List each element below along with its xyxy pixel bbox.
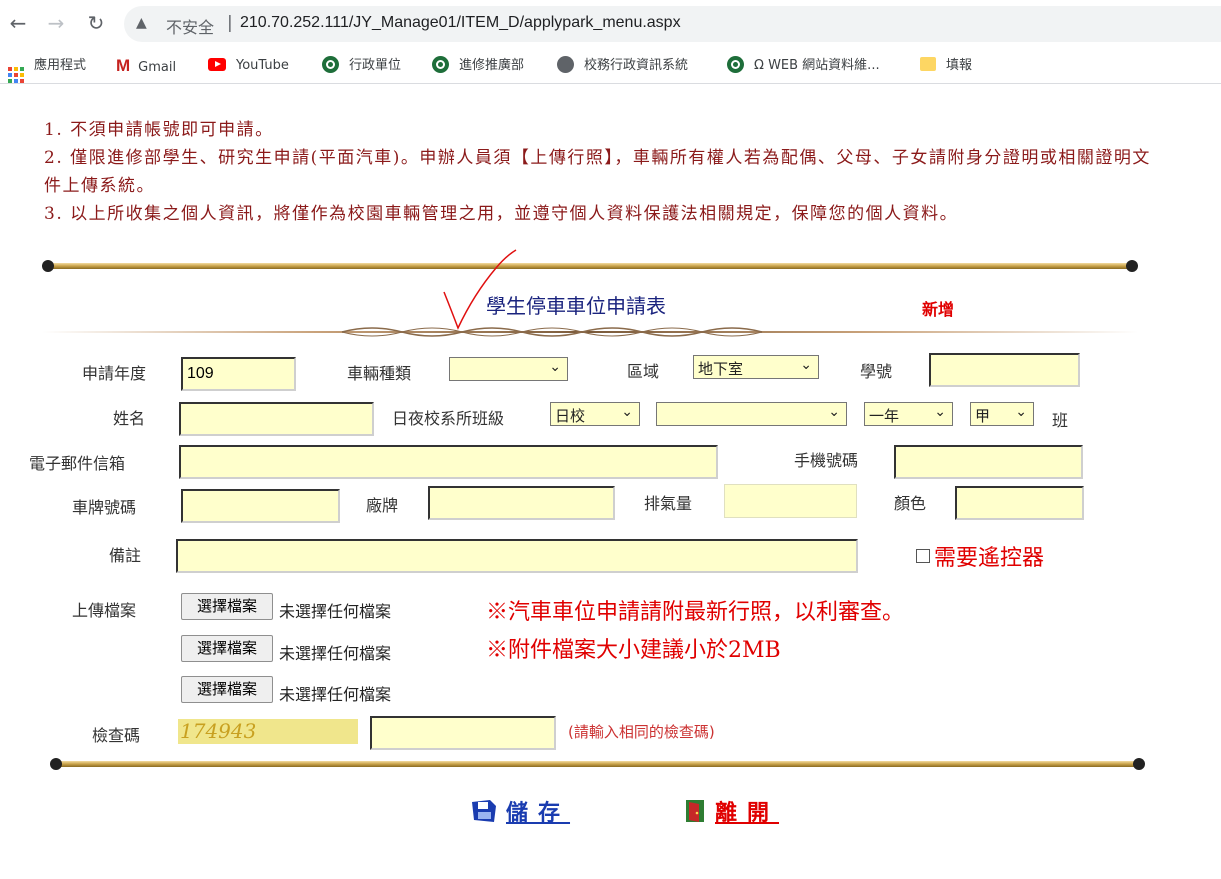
note-2: 2. 僅限進修部學生、研究生申請(平面汽車)。申辦人員須【上傳行照】，車輛所有權… bbox=[44, 148, 1151, 196]
floppy-disk-icon bbox=[472, 800, 496, 822]
chevron-down-icon: ⌄ bbox=[800, 357, 812, 373]
bookmark-admin-units[interactable]: 行政單位 bbox=[322, 56, 401, 76]
forward-arrow-icon[interactable]: → bbox=[44, 11, 68, 35]
chevron-down-icon: ⌄ bbox=[549, 359, 561, 375]
class-section-select[interactable]: 甲 ⌄ bbox=[970, 402, 1034, 426]
email-input[interactable] bbox=[179, 445, 718, 479]
student-id-input[interactable] bbox=[929, 353, 1080, 387]
department-select[interactable]: ⌄ bbox=[656, 402, 847, 426]
bookmark-school-admin[interactable]: 校務行政資訊系統 bbox=[557, 56, 688, 76]
reload-icon[interactable]: ↻ bbox=[84, 11, 108, 35]
title-ornament bbox=[42, 327, 1138, 337]
youtube-icon bbox=[208, 58, 226, 71]
save-label: 儲存 bbox=[506, 800, 571, 826]
choose-file-button-3[interactable]: 選擇檔案 bbox=[181, 676, 273, 703]
vehicle-type-select[interactable]: ⌄ bbox=[449, 357, 568, 381]
bookmarks-bar: 應用程式 M Gmail YouTube 行政單位 進修推廣部 校務行政資訊系統 … bbox=[0, 48, 1221, 84]
brand-input[interactable] bbox=[428, 486, 615, 520]
url-text[interactable]: 210.70.252.111/JY_Manage01/ITEM_D/applyp… bbox=[240, 14, 681, 32]
application-notes: 1. 不須申請帳號即可申請。 2. 僅限進修部學生、研究生申請(平面汽車)。申辦… bbox=[44, 116, 1154, 228]
plate-input[interactable] bbox=[181, 489, 340, 523]
leave-button[interactable]: 離開 bbox=[683, 795, 779, 827]
label-class-info: 日夜校系所班級 bbox=[392, 409, 505, 428]
choose-file-button-1[interactable]: 選擇檔案 bbox=[181, 593, 273, 620]
label-vehicle-type: 車輛種類 bbox=[347, 364, 412, 383]
bookmark-gmail[interactable]: M Gmail bbox=[116, 56, 176, 76]
address-bar[interactable]: ▲ 不安全 | 210.70.252.111/JY_Manage01/ITEM_… bbox=[124, 6, 1221, 42]
label-color: 顏色 bbox=[894, 494, 927, 513]
scroll-knob-left bbox=[50, 758, 62, 770]
chevron-down-icon: ⌄ bbox=[1015, 404, 1027, 420]
label-student-id: 學號 bbox=[860, 362, 893, 381]
area-select[interactable]: 地下室 ⌄ bbox=[693, 355, 819, 379]
scroll-divider-top bbox=[48, 263, 1132, 269]
leave-label: 離開 bbox=[715, 800, 780, 826]
save-button[interactable]: 儲存 bbox=[470, 795, 570, 827]
captcha-input[interactable] bbox=[370, 716, 556, 750]
bookmark-report-folder[interactable]: 填報 bbox=[920, 56, 972, 76]
exit-door-icon bbox=[686, 800, 704, 822]
label-email: 電子郵件信箱 bbox=[29, 454, 126, 473]
upload-note-size: ※附件檔案大小建議小於2MB bbox=[486, 638, 781, 663]
captcha-code: 174943 bbox=[178, 719, 358, 744]
browser-toolbar: ← → ↻ ▲ 不安全 | 210.70.252.111/JY_Manage01… bbox=[0, 0, 1221, 48]
bookmark-web-maintenance[interactable]: Ω WEB 網站資料維... bbox=[727, 56, 880, 76]
label-name: 姓名 bbox=[113, 409, 146, 428]
note-1: 1. 不須申請帳號即可申請。 bbox=[44, 120, 274, 140]
remarks-input[interactable] bbox=[176, 539, 858, 573]
school-type-select[interactable]: 日校 ⌄ bbox=[550, 402, 640, 426]
bookmark-apps[interactable]: 應用程式 bbox=[8, 56, 86, 83]
remote-label: 需要遙控器 bbox=[934, 546, 1045, 571]
bookmark-extension-dept[interactable]: 進修推廣部 bbox=[432, 56, 524, 76]
file-status-1: 未選擇任何檔案 bbox=[279, 602, 392, 621]
remote-control-option[interactable]: 需要遙控器 bbox=[916, 540, 1044, 572]
form-title: 學生停車車位申請表 bbox=[486, 294, 666, 318]
mobile-input[interactable] bbox=[894, 445, 1083, 479]
label-brand: 廠牌 bbox=[366, 496, 399, 515]
label-displacement: 排氣量 bbox=[644, 494, 693, 513]
color-input[interactable] bbox=[955, 486, 1084, 520]
scroll-knob-right bbox=[1126, 260, 1138, 272]
scroll-divider-bottom bbox=[56, 761, 1138, 767]
name-input[interactable] bbox=[179, 402, 374, 436]
label-remarks: 備註 bbox=[109, 546, 142, 565]
label-mobile: 手機號碼 bbox=[794, 451, 859, 470]
upload-note-license: ※汽車車位申請請附最新行照，以利審查。 bbox=[486, 600, 905, 625]
address-separator: | bbox=[227, 13, 233, 33]
year-input[interactable]: 109 bbox=[181, 357, 296, 391]
file-status-3: 未選擇任何檔案 bbox=[279, 685, 392, 704]
scroll-knob-right bbox=[1133, 758, 1145, 770]
site-icon bbox=[727, 56, 744, 73]
chevron-down-icon: ⌄ bbox=[828, 404, 840, 420]
chevron-down-icon: ⌄ bbox=[621, 404, 633, 420]
folder-icon bbox=[920, 57, 936, 71]
label-captcha: 檢查碼 bbox=[92, 726, 141, 745]
label-year: 申請年度 bbox=[82, 364, 147, 383]
label-upload: 上傳檔案 bbox=[72, 601, 137, 620]
apps-grid-icon bbox=[8, 67, 24, 83]
site-icon bbox=[322, 56, 339, 73]
scroll-knob-left bbox=[42, 260, 54, 272]
chevron-down-icon: ⌄ bbox=[934, 404, 946, 420]
label-area: 區域 bbox=[627, 362, 660, 381]
label-class-suffix: 班 bbox=[1052, 411, 1069, 430]
mode-label: 新增 bbox=[922, 300, 955, 319]
note-3: 3. 以上所收集之個人資訊，將僅作為校園車輛管理之用，並遵守個人資料保護法相關規… bbox=[44, 204, 959, 224]
grade-select[interactable]: 一年 ⌄ bbox=[864, 402, 953, 426]
remote-checkbox[interactable] bbox=[916, 549, 930, 563]
displacement-input[interactable] bbox=[724, 484, 857, 518]
security-label: 不安全 bbox=[166, 18, 215, 37]
globe-icon bbox=[557, 56, 574, 73]
label-plate: 車牌號碼 bbox=[72, 498, 137, 517]
site-icon bbox=[432, 56, 449, 73]
warning-triangle-icon: ▲ bbox=[136, 15, 147, 31]
choose-file-button-2[interactable]: 選擇檔案 bbox=[181, 635, 273, 662]
back-arrow-icon[interactable]: ← bbox=[6, 11, 30, 35]
bookmark-youtube[interactable]: YouTube bbox=[208, 56, 289, 76]
gmail-icon: M bbox=[116, 56, 131, 75]
file-status-2: 未選擇任何檔案 bbox=[279, 644, 392, 663]
captcha-hint: (請輸入相同的檢查碼) bbox=[568, 723, 715, 741]
